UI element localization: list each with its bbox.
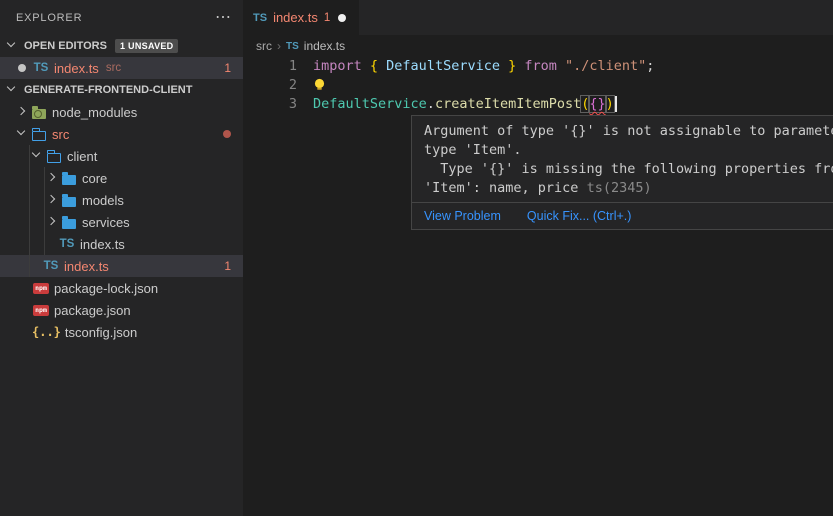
text-cursor — [615, 96, 617, 112]
breadcrumb-file[interactable]: index.ts — [304, 39, 345, 53]
tree-item-client[interactable]: client — [0, 145, 243, 167]
typescript-icon: TS — [60, 238, 75, 250]
explorer-sidebar: EXPLORER ⋯ OPEN EDITORS 1 UNSAVED TS ind… — [0, 0, 243, 516]
tree-item-core[interactable]: core — [0, 167, 243, 189]
tab-error-count: 1 — [324, 12, 330, 24]
explorer-title: EXPLORER — [16, 12, 215, 24]
workspace-name: GENERATE-FRONTEND-CLIENT — [24, 84, 192, 96]
error-tooltip: Argument of type '{}' is not assignable … — [411, 115, 833, 230]
typescript-icon: TS — [34, 62, 49, 74]
folder-icon — [62, 197, 76, 207]
tree-item-tsconfig-json[interactable]: {..} tsconfig.json — [0, 321, 243, 343]
typescript-icon: TS — [286, 41, 299, 52]
typescript-icon: TS — [253, 12, 267, 24]
code-line-2[interactable]: 2 — [243, 76, 833, 95]
unsaved-badge: 1 UNSAVED — [115, 39, 179, 53]
open-editors-label: OPEN EDITORS — [24, 40, 107, 52]
modified-dot-icon[interactable] — [18, 64, 26, 72]
chevron-down-icon[interactable] — [4, 38, 20, 54]
tree-item-models[interactable]: models — [0, 189, 243, 211]
tab-bar: TS index.ts 1 — [243, 0, 833, 35]
indent-guide — [44, 167, 45, 255]
error-count-badge: 1 — [224, 259, 231, 273]
npm-icon: npm — [33, 283, 49, 294]
open-editor-file-name: index.ts — [54, 61, 99, 76]
editor-area: TS index.ts 1 src › TS index.ts 1 import… — [243, 0, 833, 516]
folder-error-dot — [223, 130, 231, 138]
more-actions-icon[interactable]: ⋯ — [215, 13, 231, 23]
tree-item-package-lock-json[interactable]: npm package-lock.json — [0, 277, 243, 299]
tree-item-services[interactable]: services — [0, 211, 243, 233]
json-braces-icon: {..} — [32, 325, 61, 339]
code-editor[interactable]: 1 import { DefaultService } from "./clie… — [243, 57, 833, 114]
chevron-right-icon[interactable] — [44, 170, 60, 186]
tooltip-actions: View Problem Quick Fix... (Ctrl+.) — [412, 202, 833, 229]
npm-icon: npm — [33, 305, 49, 316]
code-line-1[interactable]: 1 import { DefaultService } from "./clie… — [243, 57, 833, 76]
code-line-3[interactable]: 3 DefaultService.createItemItemPost({}) — [243, 95, 833, 114]
error-count-badge: 1 — [224, 61, 231, 75]
view-problem-link[interactable]: View Problem — [424, 209, 501, 223]
chevron-down-icon[interactable] — [14, 126, 30, 142]
open-editor-item-index-ts[interactable]: TS index.ts src 1 — [0, 57, 243, 79]
breadcrumb: src › TS index.ts — [243, 35, 833, 57]
tree-item-client-index-ts[interactable]: TS index.ts — [0, 233, 243, 255]
chevron-right-icon[interactable] — [44, 214, 60, 230]
breadcrumb-folder[interactable]: src — [256, 39, 272, 53]
unsaved-dot-icon[interactable] — [338, 14, 346, 22]
node-modules-folder-icon — [32, 109, 46, 119]
chevron-right-icon[interactable] — [44, 192, 60, 208]
line-number[interactable]: 1 — [243, 57, 297, 76]
chevron-down-icon[interactable] — [4, 82, 20, 98]
folder-icon — [62, 219, 76, 229]
lightbulb-icon[interactable] — [313, 78, 326, 95]
line-number[interactable]: 3 — [243, 95, 297, 114]
tree-item-node-modules[interactable]: node_modules — [0, 101, 243, 123]
tree-item-package-json[interactable]: npm package.json — [0, 299, 243, 321]
typescript-icon: TS — [44, 260, 59, 272]
line-number[interactable]: 2 — [243, 76, 297, 95]
error-message: Argument of type '{}' is not assignable … — [412, 116, 833, 202]
tree-item-src[interactable]: src — [0, 123, 243, 145]
chevron-down-icon[interactable] — [29, 148, 45, 164]
chevron-right-icon[interactable] — [14, 104, 30, 120]
workspace-section-header[interactable]: GENERATE-FRONTEND-CLIENT — [0, 79, 243, 101]
tab-label: index.ts — [273, 10, 318, 25]
quick-fix-link[interactable]: Quick Fix... (Ctrl+.) — [527, 209, 632, 223]
open-editors-section-header[interactable]: OPEN EDITORS 1 UNSAVED — [0, 35, 243, 57]
sidebar-header: EXPLORER ⋯ — [0, 0, 243, 35]
open-folder-icon — [32, 131, 46, 141]
breadcrumb-separator-icon: › — [277, 39, 281, 53]
folder-icon — [62, 175, 76, 185]
tree-item-src-index-ts[interactable]: TS index.ts 1 — [0, 255, 243, 277]
open-folder-icon — [47, 153, 61, 163]
open-editor-file-path: src — [106, 62, 121, 74]
indent-guide — [29, 145, 30, 277]
error-code: ts(2345) — [587, 180, 652, 196]
vscode-window: EXPLORER ⋯ OPEN EDITORS 1 UNSAVED TS ind… — [0, 0, 833, 516]
tab-index-ts[interactable]: TS index.ts 1 — [243, 0, 359, 35]
